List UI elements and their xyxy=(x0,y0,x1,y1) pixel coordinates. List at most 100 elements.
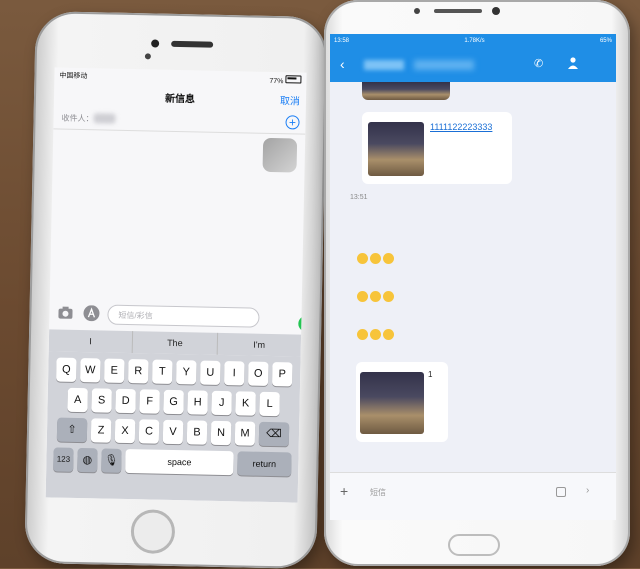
phone-icon[interactable]: ✆ xyxy=(534,57,543,70)
message-link[interactable]: 1111122223333 xyxy=(430,122,492,132)
recipient-field[interactable]: 收件人： + xyxy=(53,107,306,135)
blurred-contact-name xyxy=(364,60,404,70)
cancel-button[interactable]: 取消 xyxy=(280,92,300,107)
emoji-icon xyxy=(370,329,381,340)
space-key[interactable]: space xyxy=(125,448,234,476)
key-i[interactable]: I xyxy=(224,361,245,386)
compose-bar: 短信/彩信 ↑ xyxy=(49,299,307,333)
key-x[interactable]: X xyxy=(114,418,136,444)
key-m[interactable]: M xyxy=(234,421,256,446)
android-screen: 13:58 1.78K/s 65% ‹ ✆ 1111122223333 13:5… xyxy=(330,34,616,520)
message-placeholder: 短信/彩信 xyxy=(118,310,153,321)
key-y[interactable]: Y xyxy=(176,360,197,385)
key-c[interactable]: C xyxy=(138,419,160,444)
earpiece-speaker xyxy=(434,9,482,13)
key-k[interactable]: K xyxy=(235,391,256,416)
message-timestamp: 13:51 xyxy=(350,194,368,201)
suggestion-2[interactable]: The xyxy=(132,331,218,355)
add-attachment-icon[interactable]: + xyxy=(340,483,348,499)
message-bubble-image xyxy=(356,362,448,442)
suggestion-3[interactable]: I'm xyxy=(217,333,301,357)
message-input[interactable]: 短信/彩信 ↑ xyxy=(107,304,307,332)
return-key[interactable]: return xyxy=(237,451,292,477)
sim-icon[interactable] xyxy=(556,487,566,497)
microphone-icon[interactable]: 🎙 xyxy=(101,448,122,473)
suggestion-1[interactable]: I xyxy=(48,329,134,354)
key-v[interactable]: V xyxy=(162,419,184,445)
key-j[interactable]: J xyxy=(211,390,232,416)
send-arrow-icon[interactable]: ↑ xyxy=(298,315,307,332)
keyboard-row-3: ⇧ Z X C V B N M ⌫ xyxy=(47,417,299,448)
camera-icon[interactable] xyxy=(57,306,73,320)
blurred-contact-number xyxy=(414,60,474,70)
recipient-label: 收件人： xyxy=(61,113,94,124)
iphone-screen: 中国移动 77% 新信息 取消 收件人： + 短信/彩信 ↑ I The I'm… xyxy=(45,67,307,503)
android-compose-bar: + 短信 › xyxy=(330,472,616,520)
contact-person-icon[interactable] xyxy=(568,57,578,69)
key-f[interactable]: F xyxy=(139,389,160,414)
message-input[interactable]: 短信 xyxy=(370,487,386,498)
network-speed: 1.78K/s xyxy=(464,38,485,44)
message-image[interactable] xyxy=(360,372,424,434)
carrier-label: 中国移动 xyxy=(59,72,88,81)
ios-keyboard: Q W E R T Y U I O P A S D F G H J K L ⇧ … xyxy=(45,351,301,503)
key-o[interactable]: O xyxy=(248,361,269,386)
emoji-icon xyxy=(383,253,394,264)
back-arrow-icon[interactable]: ‹ xyxy=(340,56,345,72)
assistive-touch-button[interactable] xyxy=(262,137,298,173)
add-contact-icon[interactable]: + xyxy=(285,115,300,130)
blurred-recipient xyxy=(93,113,116,124)
emoji-icon xyxy=(370,253,381,264)
emoji-icon xyxy=(357,253,368,264)
image-caption: 1 xyxy=(428,370,433,379)
message-image[interactable] xyxy=(368,122,424,176)
key-g[interactable]: G xyxy=(163,389,184,415)
proximity-sensor xyxy=(144,53,151,60)
earpiece-speaker xyxy=(171,40,214,48)
app-store-icon[interactable] xyxy=(83,305,100,322)
key-w[interactable]: W xyxy=(80,358,101,383)
key-p[interactable]: P xyxy=(272,362,293,387)
numbers-key[interactable]: 123 xyxy=(53,447,74,472)
keyboard-row-1: Q W E R T Y U I O P xyxy=(48,357,300,388)
globe-icon[interactable]: ◍ xyxy=(77,447,98,473)
front-camera xyxy=(151,39,160,48)
emoji-icon xyxy=(383,291,394,302)
key-t[interactable]: T xyxy=(152,359,173,384)
key-a[interactable]: A xyxy=(67,387,88,413)
send-icon[interactable]: › xyxy=(586,485,589,496)
emoji-icon xyxy=(383,329,394,340)
key-r[interactable]: R xyxy=(128,359,149,384)
backspace-icon[interactable]: ⌫ xyxy=(258,421,290,447)
key-u[interactable]: U xyxy=(200,360,221,385)
emoji-icon xyxy=(357,291,368,302)
page-title: 新信息 xyxy=(164,93,196,106)
battery-icon xyxy=(285,75,302,84)
front-camera xyxy=(492,7,500,15)
emoji-icon xyxy=(357,329,368,340)
key-z[interactable]: Z xyxy=(90,418,112,443)
android-device: 13:58 1.78K/s 65% ‹ ✆ 1111122223333 13:5… xyxy=(324,0,630,566)
key-q[interactable]: Q xyxy=(56,357,77,382)
home-button[interactable] xyxy=(448,534,500,556)
keyboard-row-4: 123 ◍ 🎙 space return xyxy=(46,447,298,478)
emoji-message xyxy=(356,286,408,308)
key-b[interactable]: B xyxy=(186,420,208,445)
shift-icon[interactable]: ⇧ xyxy=(56,417,88,443)
key-s[interactable]: S xyxy=(91,388,112,413)
status-time: 13:58 xyxy=(334,38,350,44)
key-e[interactable]: E xyxy=(104,358,125,383)
battery-percent: 65% xyxy=(599,38,612,44)
key-l[interactable]: L xyxy=(259,391,280,417)
key-n[interactable]: N xyxy=(210,420,232,446)
image-message-partial[interactable] xyxy=(362,82,450,100)
sensor xyxy=(414,8,420,14)
key-h[interactable]: H xyxy=(187,390,208,415)
key-d[interactable]: D xyxy=(115,388,136,414)
android-status-bar: 13:58 1.78K/s 65% xyxy=(330,34,616,48)
battery-percent: 77% xyxy=(269,77,284,86)
home-button[interactable] xyxy=(130,509,176,555)
keyboard-row-2: A S D F G H J K L xyxy=(47,387,299,418)
iphone-device: 中国移动 77% 新信息 取消 收件人： + 短信/彩信 ↑ I The I'm… xyxy=(24,11,328,569)
conversation-header: ‹ ✆ xyxy=(330,48,616,82)
